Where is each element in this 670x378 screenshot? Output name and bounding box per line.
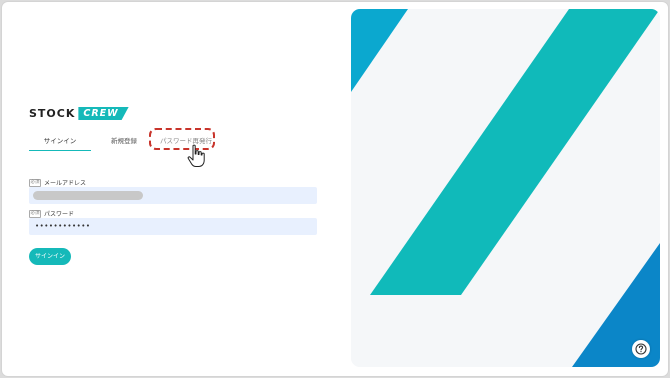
tab-signin[interactable]: サインイン xyxy=(29,134,91,151)
password-label-text: パスワード xyxy=(44,211,75,218)
logo-word-crew: CREW xyxy=(78,107,129,120)
email-label: 必須 メールアドレス xyxy=(29,178,86,187)
email-label-text: メールアドレス xyxy=(44,180,87,187)
password-field[interactable]: •••••••••••• xyxy=(29,218,317,235)
stock-crew-logo: STOCK CREW xyxy=(29,107,129,120)
email-value-redacted xyxy=(33,191,143,200)
help-button[interactable] xyxy=(632,340,650,358)
password-value: •••••••••••• xyxy=(35,222,91,230)
question-icon xyxy=(635,343,647,355)
diagonal-stripes xyxy=(351,9,660,367)
password-label: 必須 パスワード xyxy=(29,209,74,218)
logo-word-stock: STOCK xyxy=(29,107,76,120)
tab-register[interactable]: 新規登録 xyxy=(101,134,147,150)
required-badge: 必須 xyxy=(29,178,41,187)
hero-graphic xyxy=(351,9,660,367)
email-field[interactable] xyxy=(29,187,317,204)
signin-button[interactable]: サインイン xyxy=(29,248,71,265)
hand-pointer-icon xyxy=(187,144,205,167)
required-badge: 必須 xyxy=(29,209,41,218)
